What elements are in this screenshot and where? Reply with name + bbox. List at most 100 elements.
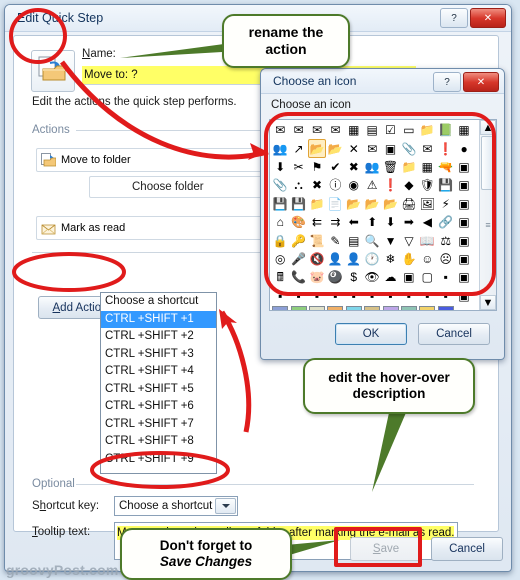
icon-cell[interactable]: ✉ [271, 121, 289, 139]
icon-cell[interactable]: ☹ [437, 250, 455, 268]
icon-cell[interactable]: ▤ [345, 231, 363, 249]
icon-cell[interactable]: ✋ [400, 250, 418, 268]
icon-cell[interactable]: ⓘ [326, 176, 344, 194]
icon-cell[interactable]: ⬇ [381, 213, 399, 231]
icon-cell[interactable]: ▦ [418, 158, 436, 176]
icon-cell[interactable]: ❗ [381, 176, 399, 194]
icon-cell[interactable]: ✖ [345, 158, 363, 176]
icon-cell[interactable]: 📜 [308, 231, 326, 249]
icon-cell[interactable]: 🔒 [271, 231, 289, 249]
help-button[interactable]: ? [440, 8, 468, 28]
icon-cell[interactable]: ✔ [326, 158, 344, 176]
icon-cell[interactable]: 👤 [326, 250, 344, 268]
color-swatch[interactable] [271, 305, 289, 310]
dropdown-option[interactable]: CTRL +SHIFT +5 [101, 381, 216, 399]
icon-cell[interactable]: ☁ [381, 268, 399, 286]
icon-cell[interactable]: ❄ [381, 250, 399, 268]
icon-cell[interactable]: 🛡 [418, 176, 436, 194]
icon-cell[interactable]: 👥 [271, 139, 289, 157]
icon-cell[interactable]: ✕ [345, 139, 363, 157]
icon-ok-button[interactable]: OK [335, 323, 407, 345]
icon-cell[interactable]: 🎱 [326, 268, 344, 286]
dropdown-option[interactable]: CTRL +SHIFT +6 [101, 398, 216, 416]
icon-cell[interactable]: $ [345, 268, 363, 286]
icon-cell[interactable]: 💾 [289, 195, 307, 213]
icon-cell[interactable]: ▤ [363, 121, 381, 139]
color-swatch[interactable] [400, 305, 418, 310]
scroll-down-button[interactable]: ▼ [480, 295, 496, 310]
icon-cell[interactable]: ✂ [289, 158, 307, 176]
icon-cell[interactable]: ❗ [437, 139, 455, 157]
dropdown-option[interactable]: CTRL +SHIFT +1 [101, 310, 216, 328]
icon-cell[interactable]: 📂 [345, 195, 363, 213]
icon-cell[interactable]: 📞 [289, 268, 307, 286]
quick-step-icon-button[interactable] [31, 50, 75, 92]
icon-cell[interactable]: ◎ [271, 250, 289, 268]
icon-cell[interactable]: ▣ [400, 268, 418, 286]
icon-cell[interactable]: 🖼 [418, 195, 436, 213]
icon-dialog-titlebar[interactable]: Choose an icon ? ✕ [261, 69, 504, 94]
icon-cell[interactable]: ⚖ [437, 231, 455, 249]
icon-cell[interactable]: ▪ [381, 287, 399, 305]
icon-cell[interactable]: ✉ [363, 139, 381, 157]
color-swatch[interactable] [308, 305, 326, 310]
icon-cell[interactable]: 🖨 [400, 195, 418, 213]
icon-cell[interactable]: ⚑ [308, 158, 326, 176]
icon-cell[interactable]: ➡ [400, 213, 418, 231]
icon-cell[interactable]: 📄 [326, 195, 344, 213]
icon-cell[interactable]: ▪ [271, 287, 289, 305]
icon-cell[interactable]: 📂 [307, 139, 327, 158]
color-swatch[interactable] [326, 305, 344, 310]
icon-cell[interactable]: ⬇ [271, 158, 289, 176]
icon-cell[interactable]: ▪ [326, 287, 344, 305]
icon-cell[interactable]: ✎ [326, 231, 344, 249]
icon-cell[interactable]: 🔑 [289, 231, 307, 249]
icon-cell[interactable]: ◆ [400, 176, 418, 194]
color-swatch[interactable] [289, 305, 307, 310]
icon-grid-scrollbar[interactable]: ▲ ≡ ▼ [479, 120, 496, 310]
dropdown-option[interactable]: CTRL +SHIFT +9 [101, 451, 216, 469]
icon-cell[interactable]: 🔫 [437, 158, 455, 176]
icon-cell[interactable]: ▼ [381, 231, 399, 249]
icon-cell[interactable]: ▪ [437, 268, 455, 286]
icon-cell[interactable]: ▣ [455, 231, 473, 249]
icon-cell[interactable]: ◉ [345, 176, 363, 194]
scroll-up-button[interactable]: ▲ [480, 120, 496, 135]
icon-cell[interactable]: ▣ [455, 195, 473, 213]
icon-cell[interactable]: 🕐 [363, 250, 381, 268]
icon-cell[interactable]: 📁 [400, 158, 418, 176]
icon-cell[interactable]: ▪ [437, 287, 455, 305]
icon-cell[interactable]: ☑ [381, 121, 399, 139]
icon-cell[interactable]: ▣ [455, 213, 473, 231]
icon-cell[interactable]: ▽ [400, 231, 418, 249]
icon-cell[interactable]: ▢ [418, 268, 436, 286]
icon-cancel-button[interactable]: Cancel [418, 323, 490, 345]
dropdown-option[interactable]: CTRL +SHIFT +2 [101, 328, 216, 346]
icon-cell[interactable]: 🔍 [363, 231, 381, 249]
close-icon[interactable]: ✕ [463, 72, 499, 92]
icon-cell[interactable]: 📎 [271, 176, 289, 194]
icon-cell[interactable]: 📂 [381, 195, 399, 213]
icon-cell[interactable]: ☺ [418, 250, 436, 268]
icon-cell[interactable]: 🔇 [308, 250, 326, 268]
color-swatch[interactable] [345, 305, 363, 310]
icon-cell[interactable]: ✉ [289, 121, 307, 139]
icon-cell[interactable]: ◀ [418, 213, 436, 231]
shortcut-dropdown-list[interactable]: Choose a shortcut CTRL +SHIFT +1 CTRL +SHI… [100, 292, 217, 474]
icon-cell[interactable]: 🗑 [381, 158, 399, 176]
icon-cell[interactable]: ▪ [400, 287, 418, 305]
icon-cell[interactable]: ● [455, 139, 473, 157]
icon-cell[interactable]: ▦ [345, 121, 363, 139]
chevron-down-icon[interactable] [215, 498, 236, 514]
icon-cell[interactable]: 👁 [363, 268, 381, 286]
icon-cell[interactable]: 💾 [271, 195, 289, 213]
icon-cell[interactable]: ⌂ [271, 213, 289, 231]
icon-cell[interactable]: 📁 [308, 195, 326, 213]
icon-cell[interactable]: 📁 [418, 121, 436, 139]
color-swatch[interactable] [437, 305, 455, 310]
icon-cell[interactable]: ▪ [289, 287, 307, 305]
icon-cell[interactable]: ✖ [308, 176, 326, 194]
icon-cell[interactable]: 👤 [345, 250, 363, 268]
icon-cell[interactable]: ✉ [308, 121, 326, 139]
icon-cell[interactable]: ▪ [308, 287, 326, 305]
